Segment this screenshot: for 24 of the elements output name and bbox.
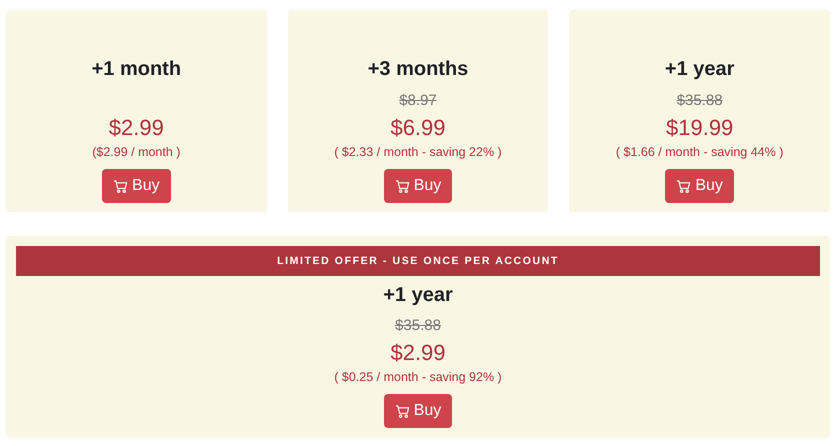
plan-price: $19.99 [666, 114, 734, 142]
monthly-rate: ($2.99 / month ) [92, 144, 180, 161]
cart-icon [394, 178, 410, 194]
plan-price: $2.99 [108, 114, 164, 142]
plan-title: +3 months [368, 57, 468, 82]
buy-button[interactable]: Buy [384, 169, 452, 203]
old-price: $8.97 [399, 91, 437, 111]
plan-title: +1 year [664, 57, 734, 82]
plan-price: $2.99 [390, 339, 446, 367]
old-price: $35.88 [395, 316, 441, 336]
cart-icon [113, 178, 128, 194]
old-price: $35.88 [676, 91, 723, 111]
cart-icon [394, 404, 410, 418]
monthly-rate: ( $0.25 / month - saving 92% ) [334, 369, 502, 386]
buy-button[interactable]: Buy [665, 169, 734, 203]
buy-button[interactable]: Buy [384, 394, 452, 428]
plan-title: +1 month [92, 57, 182, 82]
monthly-rate: ( $1.66 / month - saving 44% ) [616, 144, 784, 161]
cart-icon [676, 178, 692, 194]
plan-price: $6.99 [390, 114, 446, 142]
monthly-rate: ( $2.33 / month - saving 22% ) [334, 144, 502, 161]
plan-title: +1 year [383, 283, 453, 308]
offer-banner: LIMITED OFFER - USE ONCE PER ACCOUNT [16, 246, 820, 276]
buy-button[interactable]: Buy [102, 169, 171, 203]
